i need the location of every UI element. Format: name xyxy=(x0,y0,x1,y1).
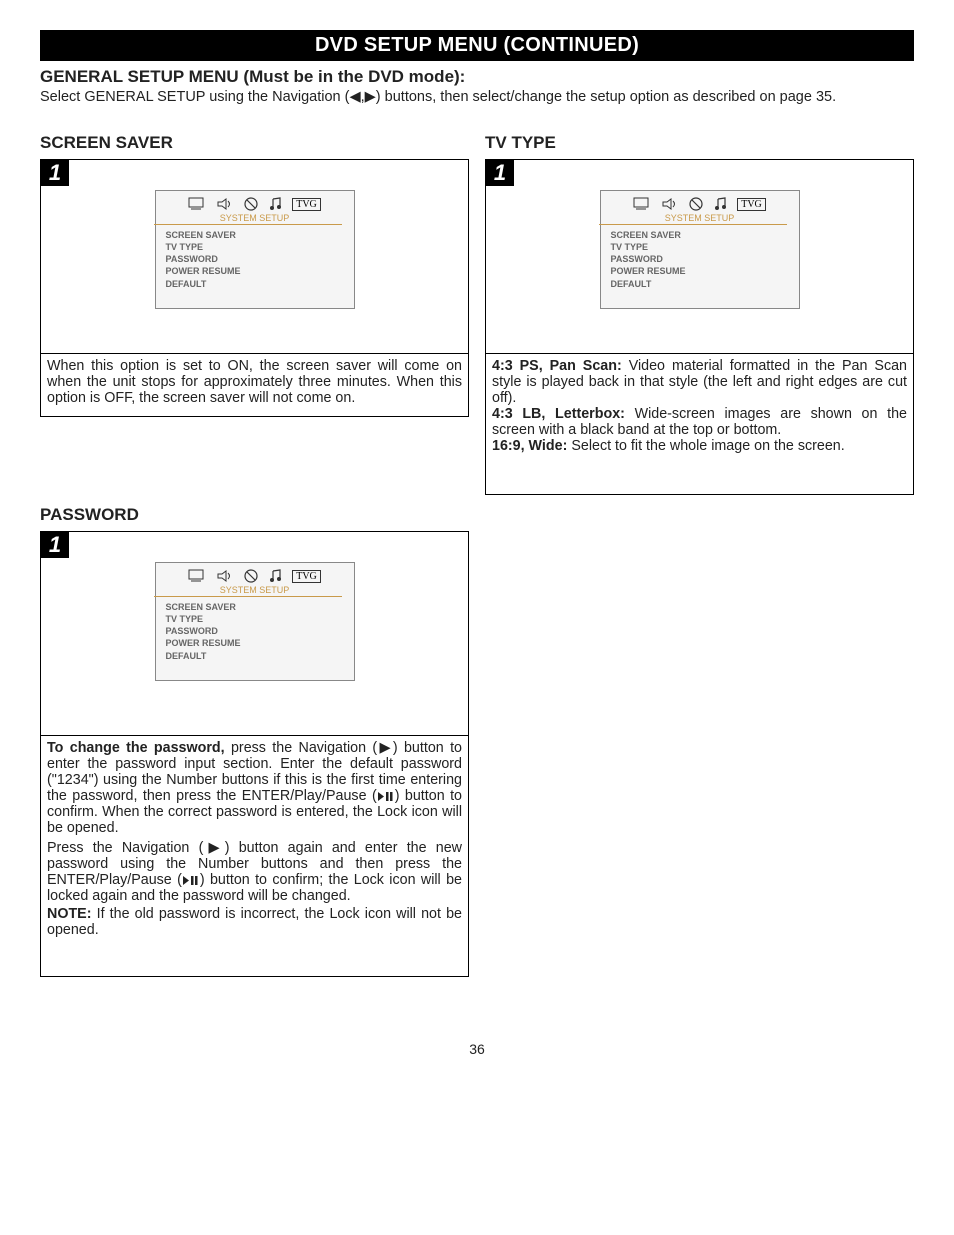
monitor-icon xyxy=(188,197,206,211)
page-title-bar: DVD SETUP MENU (CONTINUED) xyxy=(40,30,914,61)
speaker-icon xyxy=(661,197,679,211)
osd-icon-row: TVG xyxy=(156,563,354,585)
password-change-label: To change the password, xyxy=(47,740,225,756)
osd-menu-list: SCREEN SAVER TV TYPE PASSWORD POWER RESU… xyxy=(601,229,799,308)
music-note-icon xyxy=(268,569,282,583)
osd-item-screen-saver: SCREEN SAVER xyxy=(166,229,344,241)
tv-type-section: TV TYPE 1 TVG SYSTEM SETUP SCREEN SAVER xyxy=(485,133,914,499)
tv-type-wide-text: Select to fit the whole image on the scr… xyxy=(567,438,844,454)
osd-item-screen-saver: SCREEN SAVER xyxy=(611,229,789,241)
no-entry-icon xyxy=(244,569,258,583)
tvg-icon: TVG xyxy=(292,570,321,583)
osd-item-screen-saver: SCREEN SAVER xyxy=(166,601,344,613)
osd-item-tv-type: TV TYPE xyxy=(166,613,344,625)
osd-system-setup-label: SYSTEM SETUP xyxy=(613,213,787,225)
music-note-icon xyxy=(713,197,727,211)
osd-item-power-resume: POWER RESUME xyxy=(611,265,789,277)
two-column-row: SCREEN SAVER 1 TVG SYSTEM SETUP SCREEN S… xyxy=(40,133,914,499)
speaker-icon xyxy=(216,197,234,211)
osd-item-password: PASSWORD xyxy=(166,253,344,265)
osd-item-password: PASSWORD xyxy=(611,253,789,265)
screen-saver-section: SCREEN SAVER 1 TVG SYSTEM SETUP SCREEN S… xyxy=(40,133,469,499)
tv-type-panscan-label: 4:3 PS, Pan Scan: xyxy=(492,358,622,374)
password-row: PASSWORD 1 TVG SYSTEM SETUP SCREEN SAVER xyxy=(40,505,914,981)
step-number-badge: 1 xyxy=(41,160,69,186)
no-entry-icon xyxy=(244,197,258,211)
osd-item-power-resume: POWER RESUME xyxy=(166,637,344,649)
empty-column xyxy=(485,505,914,981)
no-entry-icon xyxy=(689,197,703,211)
osd-menu-list: SCREEN SAVER TV TYPE PASSWORD POWER RESU… xyxy=(156,601,354,680)
play-pause-icon xyxy=(182,875,200,886)
screen-saver-heading: SCREEN SAVER xyxy=(40,133,469,153)
osd-item-power-resume: POWER RESUME xyxy=(166,265,344,277)
password-note-label: NOTE: xyxy=(47,906,91,922)
osd-system-setup-label: SYSTEM SETUP xyxy=(168,213,342,225)
password-section: PASSWORD 1 TVG SYSTEM SETUP SCREEN SAVER xyxy=(40,505,469,981)
osd-icon-row: TVG xyxy=(156,191,354,213)
step-number-badge: 1 xyxy=(486,160,514,186)
tv-type-letterbox-label: 4:3 LB, Letterbox: xyxy=(492,406,625,422)
osd-item-default: DEFAULT xyxy=(166,650,344,662)
monitor-icon xyxy=(633,197,651,211)
speaker-icon xyxy=(216,569,234,583)
password-card: 1 TVG SYSTEM SETUP SCREEN SAVER TV TYPE … xyxy=(40,531,469,977)
subtitle: GENERAL SETUP MENU (Must be in the DVD m… xyxy=(40,67,914,87)
osd-item-default: DEFAULT xyxy=(166,278,344,290)
osd-system-setup-label: SYSTEM SETUP xyxy=(168,585,342,597)
osd-item-tv-type: TV TYPE xyxy=(611,241,789,253)
monitor-icon xyxy=(188,569,206,583)
password-heading: PASSWORD xyxy=(40,505,469,525)
osd-icon-row: TVG xyxy=(601,191,799,213)
tvg-icon: TVG xyxy=(292,198,321,211)
step-number-badge: 1 xyxy=(41,532,69,558)
password-body: To change the password, press the Naviga… xyxy=(41,736,468,976)
osd-menu-list: SCREEN SAVER TV TYPE PASSWORD POWER RESU… xyxy=(156,229,354,308)
instruction-text: Select GENERAL SETUP using the Navigatio… xyxy=(40,89,914,105)
tv-type-card: 1 TVG SYSTEM SETUP SCREEN SAVER TV TYPE … xyxy=(485,159,914,495)
password-card-top: 1 TVG SYSTEM SETUP SCREEN SAVER TV TYPE … xyxy=(41,532,468,736)
screen-saver-body: When this option is set to ON, the scree… xyxy=(41,354,468,416)
page-number: 36 xyxy=(40,1041,914,1057)
tv-type-wide-label: 16:9, Wide: xyxy=(492,438,567,454)
osd-item-password: PASSWORD xyxy=(166,625,344,637)
password-note-text: If the old password is incorrect, the Lo… xyxy=(47,906,462,938)
screen-saver-card: 1 TVG SYSTEM SETUP SCREEN SAVER TV TYPE … xyxy=(40,159,469,417)
osd-item-default: DEFAULT xyxy=(611,278,789,290)
screen-saver-card-top: 1 TVG SYSTEM SETUP SCREEN SAVER TV TYPE … xyxy=(41,160,468,354)
music-note-icon xyxy=(268,197,282,211)
osd-panel: TVG SYSTEM SETUP SCREEN SAVER TV TYPE PA… xyxy=(155,190,355,309)
tvg-icon: TVG xyxy=(737,198,766,211)
tv-type-body: 4:3 PS, Pan Scan: Video material formatt… xyxy=(486,354,913,494)
osd-item-tv-type: TV TYPE xyxy=(166,241,344,253)
play-pause-icon xyxy=(377,791,395,802)
tv-type-card-top: 1 TVG SYSTEM SETUP SCREEN SAVER TV TYPE … xyxy=(486,160,913,354)
osd-panel: TVG SYSTEM SETUP SCREEN SAVER TV TYPE PA… xyxy=(155,562,355,681)
osd-panel: TVG SYSTEM SETUP SCREEN SAVER TV TYPE PA… xyxy=(600,190,800,309)
tv-type-heading: TV TYPE xyxy=(485,133,914,153)
